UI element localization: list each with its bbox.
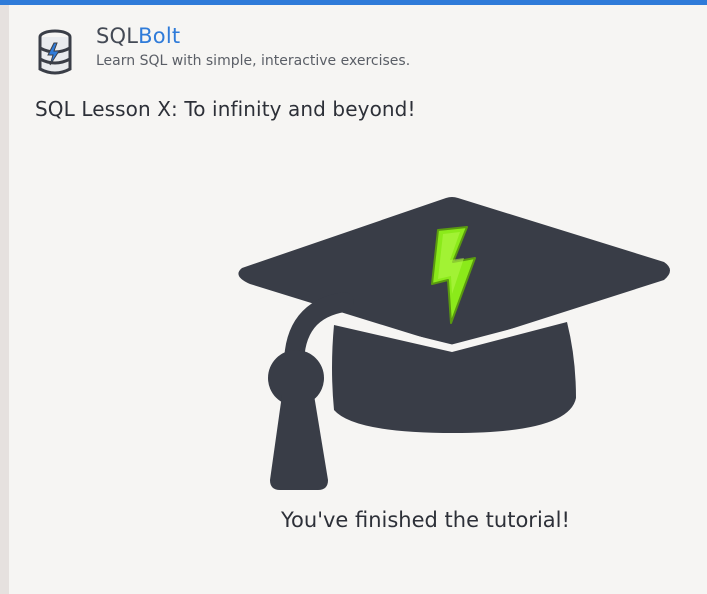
brand-tagline: Learn SQL with simple, interactive exerc… (96, 53, 411, 69)
brand-name[interactable]: SQLBolt (96, 24, 180, 48)
page-container: SQLBolt Learn SQL with simple, interacti… (9, 5, 707, 594)
brand-name-bolt: Bolt (138, 24, 181, 48)
brand-name-sql: SQL (96, 24, 139, 48)
completion-message: You've finished the tutorial! (281, 508, 570, 532)
tassel-fringe (270, 395, 328, 490)
page-title: SQL Lesson X: To infinity and beyond! (35, 97, 416, 121)
graduation-cap-icon (238, 197, 670, 490)
database-bolt-icon (38, 29, 72, 75)
